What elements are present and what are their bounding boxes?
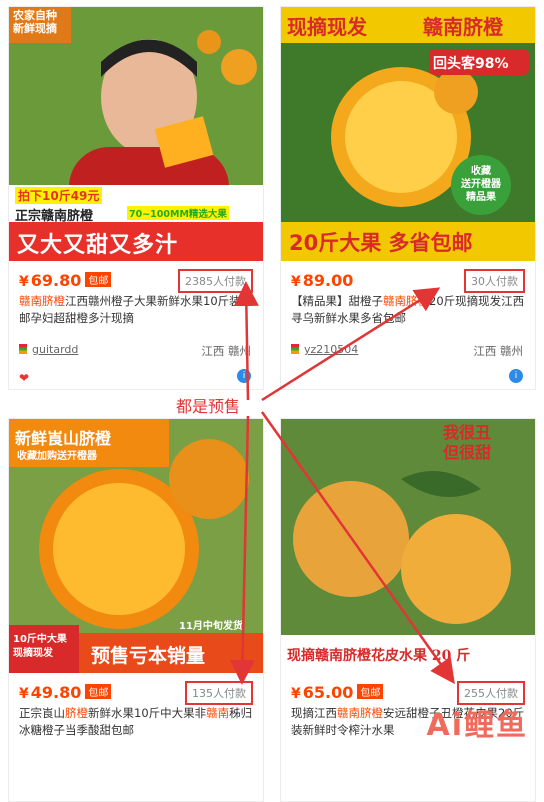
- price: ¥89.00: [291, 271, 354, 290]
- sales-count: 30人付款: [464, 269, 525, 293]
- product-title[interactable]: 【精品果】甜橙子赣南脐橙20斤现摘现发江西寻乌新鲜水果多省包邮: [291, 293, 525, 327]
- sales-count: 135人付款: [185, 681, 253, 705]
- product-title[interactable]: 赣南脐橙江西赣州橙子大果新鲜水果10斤装包邮孕妇超甜橙多汁现摘: [19, 293, 253, 327]
- image-date: 11月中旬发货: [179, 621, 243, 632]
- image-line1: 正宗赣南脐橙: [15, 209, 94, 224]
- product-image[interactable]: 新鲜崀山脐橙 收藏加购送开橙器 11月中旬发货 10斤中大果 现摘现发 预售亏本…: [9, 419, 263, 673]
- image-bottom-text: 20斤大果 多省包邮: [289, 231, 473, 255]
- image-repeat-buyers: 回头客98%: [433, 56, 509, 72]
- product-card-3[interactable]: 新鲜崀山脐橙 收藏加购送开橙器 11月中旬发货 10斤中大果 现摘现发 预售亏本…: [8, 418, 264, 802]
- product-card-1[interactable]: 农家自种 新鲜现摘 拍下10斤49元 正宗赣南脐橙 70~100MM精选大果 又…: [8, 6, 264, 390]
- product-image[interactable]: 我很丑 但很甜 现摘赣南脐橙花皮水果 20 斤: [281, 419, 535, 673]
- location: 江西 赣州: [201, 344, 251, 358]
- image-top-left: 现摘现发: [287, 15, 367, 39]
- sales-count: 2385人付款: [178, 269, 253, 293]
- free-shipping-tag: 包邮: [357, 684, 384, 699]
- image-sub-text: 收藏加购送开橙器: [17, 451, 97, 462]
- image-bottom-text: 现摘赣南脐橙花皮水果 20 斤: [287, 648, 471, 664]
- wangwang-icon[interactable]: i: [509, 369, 523, 383]
- image-bottom-text: 又大又甜又多汁: [17, 233, 179, 258]
- shop-icon: [291, 344, 299, 354]
- product-title[interactable]: 正宗崀山脐橙新鲜水果10斤中大果非赣南秭归冰糖橙子当季酸甜包邮: [19, 705, 253, 739]
- price: ¥65.00 包邮: [291, 683, 384, 702]
- product-card-2[interactable]: 现摘现发 赣南脐橙 回头客98% 收藏 送开橙器 精品果 20斤大果 多省包邮 …: [280, 6, 536, 390]
- image-bottom-text: 预售亏本销量: [91, 645, 206, 667]
- heart-icon[interactable]: ❤: [19, 371, 29, 385]
- product-image[interactable]: 现摘现发 赣南脐橙 回头客98% 收藏 送开橙器 精品果 20斤大果 多省包邮: [281, 7, 535, 261]
- free-shipping-tag: 包邮: [85, 684, 112, 699]
- image-corner-text: 10斤中大果 现摘现发: [13, 634, 67, 659]
- annotation-text: 都是预售: [176, 397, 241, 416]
- shop-link[interactable]: yz210504: [291, 343, 358, 356]
- wangwang-icon[interactable]: i: [237, 369, 251, 383]
- watermark-logo: Ai鲤鱼: [426, 708, 528, 743]
- image-top-text: 新鲜崀山脐橙: [15, 429, 112, 448]
- image-badge: 拍下10斤49元: [15, 187, 103, 204]
- price: ¥69.80 包邮: [19, 271, 112, 290]
- shop-icon: [19, 344, 27, 354]
- price: ¥49.80 包邮: [19, 683, 112, 702]
- image-corner-text: 农家自种 新鲜现摘: [13, 9, 57, 35]
- image-circle-text: 收藏 送开橙器 精品果: [461, 166, 501, 203]
- location: 江西 赣州: [473, 344, 523, 358]
- free-shipping-tag: 包邮: [85, 272, 112, 287]
- image-top-right: 赣南脐橙: [423, 15, 503, 39]
- image-top-text: 我很丑 但很甜: [443, 423, 492, 462]
- product-image[interactable]: 农家自种 新鲜现摘 拍下10斤49元 正宗赣南脐橙 70~100MM精选大果 又…: [9, 7, 263, 261]
- image-size: 70~100MM精选大果: [127, 206, 229, 220]
- shop-link[interactable]: guitardd: [19, 343, 78, 356]
- product-card-4[interactable]: 我很丑 但很甜 现摘赣南脐橙花皮水果 20 斤 ¥65.00 包邮 255人付款 …: [280, 418, 536, 802]
